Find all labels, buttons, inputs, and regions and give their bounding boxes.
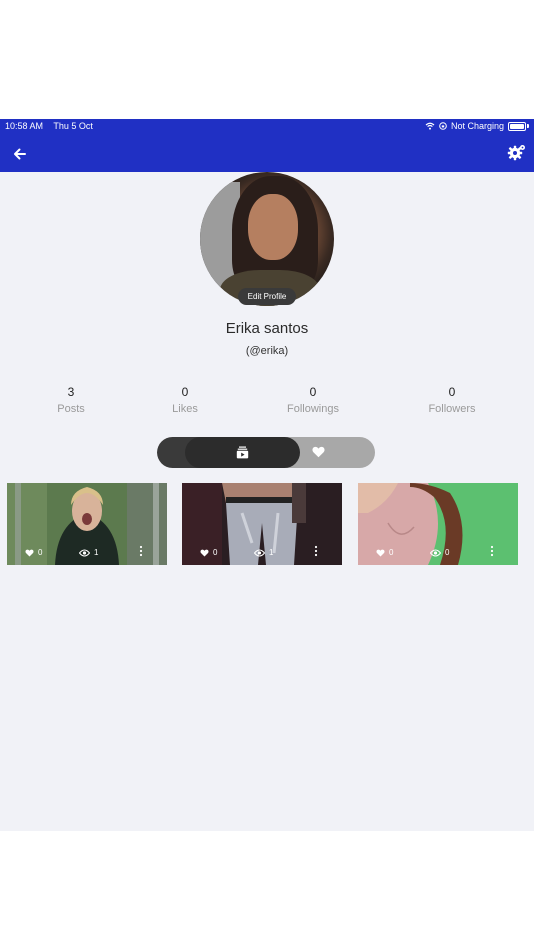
status-time: 10:58 AM — [5, 121, 44, 131]
video-likes: 0 — [200, 548, 217, 557]
video-views-count: 1 — [269, 548, 274, 557]
battery-icon — [508, 121, 526, 131]
video-thumbnail[interactable]: 0 0 — [358, 483, 518, 565]
stat-label: Followers — [428, 403, 476, 415]
settings-button[interactable] — [506, 143, 526, 163]
back-button[interactable] — [10, 144, 30, 164]
video-likes: 0 — [25, 548, 42, 557]
heart-icon — [376, 549, 385, 556]
video-thumbnail[interactable]: 0 1 — [7, 483, 167, 565]
app-screen: 10:58 AM Thu 5 Oct Not Charging Edit Pro… — [0, 119, 534, 831]
eye-icon — [254, 549, 265, 556]
profile-name: Erika santos — [225, 320, 309, 337]
video-thumbnail[interactable]: 0 1 — [182, 483, 342, 565]
eye-icon — [430, 549, 441, 556]
eye-icon — [79, 549, 90, 556]
arrow-left-icon — [14, 148, 26, 160]
status-date: Thu 5 Oct — [53, 121, 93, 131]
stat-label: Posts — [57, 403, 85, 415]
video-views: 0 — [430, 548, 449, 557]
stat-label: Followings — [287, 403, 339, 415]
status-bar-right: Not Charging — [425, 121, 529, 131]
video-likes-count: 0 — [38, 548, 43, 557]
more-vertical-icon[interactable] — [312, 545, 320, 557]
profile-avatar[interactable]: Edit Profile — [200, 172, 334, 306]
more-vertical-icon[interactable] — [488, 545, 496, 557]
avatar-photo — [200, 172, 334, 306]
stat-value: 3 — [67, 385, 75, 399]
stat-followings[interactable]: 0 Followings — [263, 385, 363, 415]
heart-icon — [200, 549, 209, 556]
heart-icon — [25, 549, 34, 556]
top-bar: 10:58 AM Thu 5 Oct Not Charging — [0, 119, 534, 172]
video-library-icon — [236, 446, 249, 459]
stat-followers[interactable]: 0 Followers — [402, 385, 502, 415]
stat-value: 0 — [309, 385, 317, 399]
video-views: 1 — [254, 548, 273, 557]
profile-handle: (@erika) — [245, 345, 289, 357]
orientation-lock-icon — [439, 122, 447, 130]
video-views-count: 0 — [445, 548, 450, 557]
stat-value: 0 — [448, 385, 456, 399]
stat-posts[interactable]: 3 Posts — [21, 385, 121, 415]
video-views-count: 1 — [94, 548, 99, 557]
tab-liked[interactable] — [300, 437, 375, 468]
video-likes-count: 0 — [213, 548, 218, 557]
status-bar-left: 10:58 AM Thu 5 Oct — [5, 121, 101, 131]
charging-status: Not Charging — [450, 121, 504, 131]
video-likes-count: 0 — [389, 548, 394, 557]
edit-profile-button[interactable]: Edit Profile — [238, 288, 296, 305]
more-vertical-icon[interactable] — [137, 545, 145, 557]
stat-label: Likes — [172, 403, 198, 415]
wifi-icon — [425, 122, 435, 130]
gear-icon — [507, 145, 525, 161]
content-tab-toggle — [157, 437, 375, 468]
video-views: 1 — [79, 548, 98, 557]
stat-value: 0 — [181, 385, 189, 399]
stat-likes[interactable]: 0 Likes — [135, 385, 235, 415]
heart-icon — [312, 446, 325, 458]
tab-videos[interactable] — [185, 437, 300, 468]
video-likes: 0 — [376, 548, 393, 557]
